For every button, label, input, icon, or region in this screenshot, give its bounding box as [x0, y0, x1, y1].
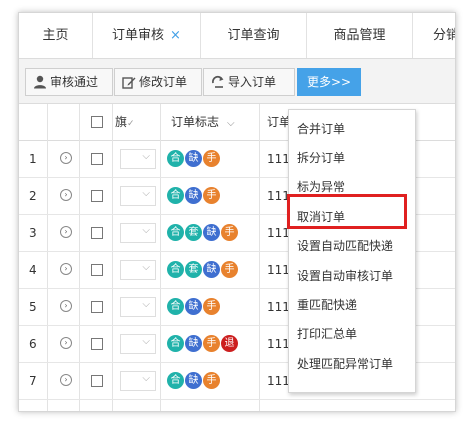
badge-set: 套 — [185, 261, 202, 278]
order-badges: 合缺手 — [167, 187, 221, 205]
row-checkbox[interactable] — [91, 375, 103, 387]
badge-missing: 缺 — [185, 372, 202, 389]
expand-icon[interactable]: › — [60, 226, 72, 238]
badge-merge: 合 — [167, 187, 184, 204]
flag-select[interactable]: ⌵ — [120, 371, 156, 391]
chevron-down-icon: ⌵ — [142, 262, 150, 273]
menu-item-split-order[interactable]: 拆分订单 — [297, 147, 345, 169]
row-checkbox[interactable] — [91, 338, 103, 350]
chevron-down-icon: ⌵ — [142, 299, 150, 310]
tab-order-query[interactable]: 订单查询 — [201, 13, 307, 58]
flag-select[interactable]: ⌵ — [120, 149, 156, 169]
chevron-down-icon: ⌵ — [142, 151, 150, 162]
badge-missing: 缺 — [203, 224, 220, 241]
menu-item-auto-review-order[interactable]: 设置自动审核订单 — [297, 265, 393, 287]
tab-distribution[interactable]: 分销 — [413, 13, 455, 58]
badge-refund: 退 — [221, 335, 238, 352]
badge-missing: 缺 — [185, 335, 202, 352]
row-checkbox[interactable] — [91, 190, 103, 202]
badge-manual: 手 — [203, 335, 220, 352]
approve-button[interactable]: 审核通过 — [25, 68, 113, 96]
menu-item-auto-match-courier[interactable]: 设置自动匹配快递 — [297, 235, 393, 257]
badge-merge: 合 — [167, 150, 184, 167]
order-badges: 合套缺手 — [167, 224, 239, 242]
more-dropdown-menu: 合并订单 拆分订单 标为异常 取消订单 设置自动匹配快递 设置自动审核订单 重匹… — [288, 109, 416, 393]
badge-manual: 手 — [203, 150, 220, 167]
more-button[interactable]: 更多>> — [297, 68, 361, 96]
order-badges: 合缺手 — [167, 150, 221, 168]
tab-bar: 主页 订单审核× 订单查询 商品管理 分销 — [19, 13, 455, 59]
flag-select[interactable]: ⌵ — [120, 334, 156, 354]
expand-icon[interactable]: › — [60, 263, 72, 275]
chevron-down-icon: ⌵ — [227, 118, 235, 129]
badge-missing: 缺 — [185, 150, 202, 167]
expand-icon[interactable]: › — [60, 152, 72, 164]
menu-item-print-summary[interactable]: 打印汇总单 — [297, 323, 357, 345]
edit-order-button[interactable]: 修改订单 — [114, 68, 202, 96]
tab-order-review[interactable]: 订单审核 × — [93, 13, 201, 58]
check-icon: ✓ — [127, 119, 135, 129]
chevron-down-icon: ⌵ — [142, 225, 150, 236]
user-icon — [34, 75, 46, 89]
highlight-box — [287, 194, 407, 229]
row-checkbox[interactable] — [91, 153, 103, 165]
flag-header[interactable]: 旗✓ — [115, 104, 135, 140]
expand-icon[interactable]: › — [60, 300, 72, 312]
badge-set: 套 — [185, 224, 202, 241]
order-id: 111 — [267, 263, 290, 277]
order-badges: 合缺手 — [167, 298, 221, 316]
order-badges: 合缺手退 — [167, 335, 239, 353]
badge-missing: 缺 — [185, 187, 202, 204]
badge-manual: 手 — [203, 298, 220, 315]
badge-manual: 手 — [221, 261, 238, 278]
expand-icon[interactable]: › — [60, 189, 72, 201]
chevron-down-icon: ⌵ — [142, 336, 150, 347]
edit-icon — [122, 77, 136, 89]
chevron-down-icon: ⌵ — [142, 373, 150, 384]
badge-merge: 合 — [167, 224, 184, 241]
badge-manual: 手 — [221, 224, 238, 241]
tab-product-management[interactable]: 商品管理 — [307, 13, 413, 58]
flag-select[interactable]: ⌵ — [120, 186, 156, 206]
menu-item-handle-match-exception[interactable]: 处理匹配异常订单 — [297, 353, 393, 375]
order-id: 111 — [267, 300, 290, 314]
badge-merge: 合 — [167, 298, 184, 315]
badge-manual: 手 — [203, 372, 220, 389]
menu-item-rematch-courier[interactable]: 重匹配快递 — [297, 294, 357, 316]
row-checkbox[interactable] — [91, 227, 103, 239]
import-icon — [211, 75, 224, 88]
flag-select[interactable]: ⌵ — [120, 223, 156, 243]
flag-select[interactable]: ⌵ — [120, 297, 156, 317]
row-checkbox[interactable] — [91, 264, 103, 276]
badge-missing: 缺 — [185, 298, 202, 315]
badge-missing: 缺 — [203, 261, 220, 278]
row-checkbox[interactable] — [91, 301, 103, 313]
expand-icon[interactable]: › — [60, 337, 72, 349]
order-id: 111 — [267, 152, 290, 166]
badge-merge: 合 — [167, 261, 184, 278]
menu-item-merge-order[interactable]: 合并订单 — [297, 118, 345, 140]
tab-home[interactable]: 主页 — [19, 13, 93, 58]
badge-merge: 合 — [167, 372, 184, 389]
order-id: 111 — [267, 337, 290, 351]
close-icon[interactable]: × — [170, 28, 181, 43]
chevron-down-icon: ⌵ — [142, 188, 150, 199]
import-order-button[interactable]: 导入订单 — [203, 68, 295, 96]
order-badges: 合缺手 — [167, 372, 221, 390]
expand-icon[interactable]: › — [60, 374, 72, 386]
badge-merge: 合 — [167, 335, 184, 352]
flag-select[interactable]: ⌵ — [120, 260, 156, 280]
toolbar: 审核通过 修改订单 导入订单 更多>> — [19, 59, 455, 104]
order-mark-header[interactable]: 订单标志 ⌵ — [171, 104, 235, 140]
select-all-checkbox[interactable] — [91, 116, 103, 128]
badge-manual: 手 — [203, 187, 220, 204]
order-badges: 合套缺手 — [167, 261, 239, 279]
